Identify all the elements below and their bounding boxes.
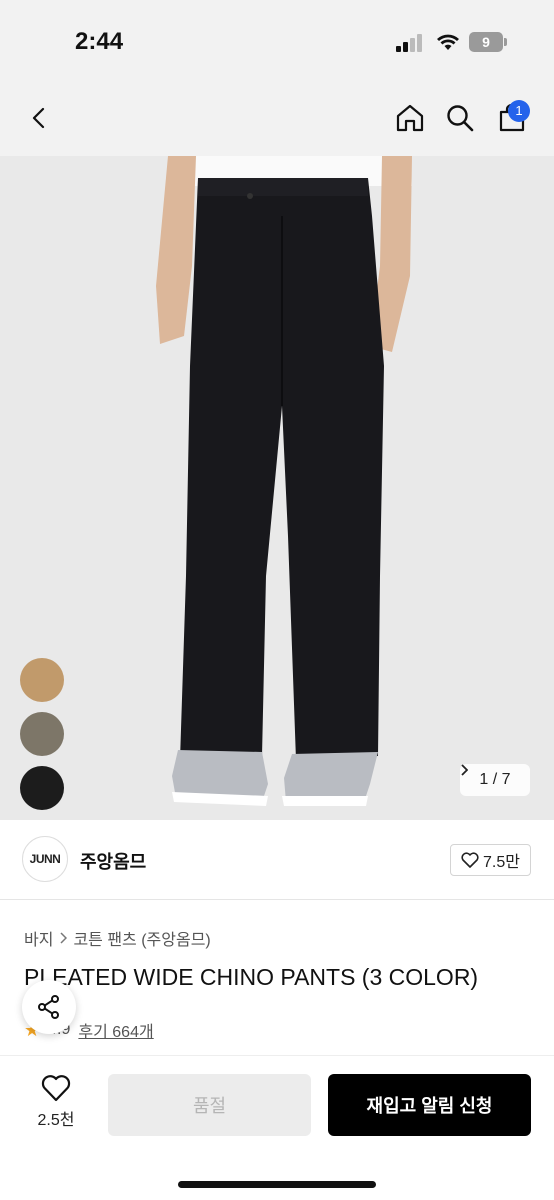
share-button[interactable] — [22, 980, 76, 1034]
home-indicator — [178, 1181, 376, 1188]
share-icon — [38, 995, 59, 1019]
image-counter-text: 1 / 7 — [479, 771, 511, 788]
wifi-icon — [436, 32, 460, 52]
signal-icon — [396, 34, 426, 52]
like-count: 2.5천 — [37, 1112, 75, 1129]
brand-row: JUNN 주앙옴므 7.5만 — [0, 820, 554, 900]
status-bar: 2:44 9 — [0, 0, 554, 80]
search-button[interactable] — [440, 98, 480, 138]
search-icon — [447, 105, 474, 132]
chevron-right-icon — [60, 932, 68, 944]
product-image[interactable]: 1 / 7 — [0, 156, 554, 820]
image-counter[interactable]: 1 / 7 — [460, 764, 530, 796]
color-swatch-khaki[interactable] — [20, 712, 64, 756]
like-button[interactable]: 2.5천 — [24, 1074, 88, 1144]
brand-like-count: 7.5만 — [483, 854, 520, 871]
home-icon — [396, 104, 424, 132]
breadcrumb-subcategory[interactable]: 코튼 팬츠 (주앙옴므) — [73, 926, 210, 950]
heart-icon — [41, 1075, 71, 1102]
nav-bar — [0, 80, 554, 156]
status-time: 2:44 — [75, 28, 124, 55]
product-title: PLEATED WIDE CHINO PANTS (3 COLOR) — [24, 964, 479, 990]
color-swatch-black[interactable] — [20, 766, 64, 810]
review-link[interactable]: 후기 664개 — [78, 1018, 153, 1042]
bottom-action-bar: 2.5천 품절 재입고 알림 신청 — [0, 1055, 554, 1200]
breadcrumb: 바지 코튼 팬츠 (주앙옴므) — [24, 926, 211, 950]
brand-logo[interactable]: JUNN — [22, 836, 68, 882]
battery-level: 9 — [469, 32, 503, 52]
home-button[interactable] — [390, 98, 430, 138]
cart-badge: 1 — [508, 100, 530, 122]
breadcrumb-category[interactable]: 바지 — [24, 926, 53, 950]
back-button[interactable] — [20, 98, 60, 138]
chevron-right-icon — [461, 764, 468, 776]
battery-icon: 9 — [469, 32, 507, 52]
soldout-button: 품절 — [108, 1074, 311, 1136]
brand-name[interactable]: 주앙옴므 — [80, 848, 146, 874]
heart-icon — [461, 852, 479, 868]
restock-alert-button[interactable]: 재입고 알림 신청 — [328, 1074, 531, 1136]
color-swatch-camel[interactable] — [20, 658, 64, 702]
product-photo — [0, 156, 554, 820]
chevron-left-icon — [32, 107, 45, 129]
brand-like-button[interactable]: 7.5만 — [450, 844, 531, 876]
